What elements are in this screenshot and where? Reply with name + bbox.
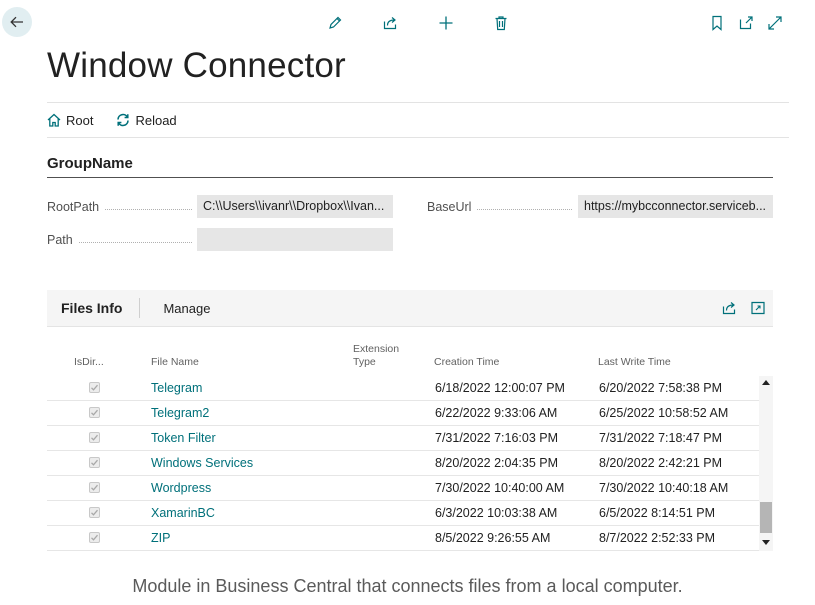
file-name-link[interactable]: ZIP xyxy=(151,531,170,545)
files-share-button[interactable] xyxy=(721,300,737,316)
column-header-creation-time[interactable]: Creation Time xyxy=(434,356,499,369)
home-icon xyxy=(47,113,61,127)
path-label-text: Path xyxy=(47,233,73,247)
table-row[interactable]: XamarinBC 6/3/2022 10:03:38 AM 6/5/2022 8:… xyxy=(47,501,759,526)
scroll-thumb[interactable] xyxy=(760,502,772,533)
checkmark-icon xyxy=(91,434,98,441)
table-row[interactable]: Windows Services 8/20/2022 2:04:35 PM 8/20… xyxy=(47,451,759,476)
scroll-up-arrow-icon[interactable] xyxy=(762,380,770,385)
bookmark-icon xyxy=(712,15,722,31)
group-header[interactable]: GroupName xyxy=(47,155,773,178)
isdir-checkbox[interactable] xyxy=(89,407,100,418)
last-write-time-cell: 6/5/2022 8:14:51 PM xyxy=(599,506,716,520)
creation-time-cell: 8/20/2022 2:04:35 PM xyxy=(435,456,559,470)
creation-time-cell: 6/3/2022 10:03:38 AM xyxy=(435,506,558,520)
isdir-checkbox[interactable] xyxy=(89,507,100,518)
add-icon xyxy=(439,16,453,30)
page-title: Window Connector xyxy=(47,46,346,85)
figure-caption: Module in Business Central that connects… xyxy=(132,576,683,596)
checkmark-icon xyxy=(91,384,98,391)
delete-icon xyxy=(495,16,507,31)
new-button[interactable] xyxy=(437,14,455,32)
isdir-checkbox[interactable] xyxy=(89,532,100,543)
dot-leader xyxy=(105,208,192,210)
creation-time-cell: 7/30/2022 10:40:00 AM xyxy=(435,481,565,495)
last-write-time-cell: 7/30/2022 10:40:18 AM xyxy=(599,481,729,495)
path-label: Path xyxy=(47,233,192,247)
creation-time-cell: 6/22/2022 9:33:06 AM xyxy=(435,406,558,420)
checkmark-icon xyxy=(91,409,98,416)
table-row[interactable]: ZIP 8/5/2022 9:26:55 AM 8/7/2022 2:52:33 P… xyxy=(47,526,759,551)
file-name-link[interactable]: Token Filter xyxy=(151,431,216,445)
last-write-time-cell: 8/20/2022 2:42:21 PM xyxy=(599,456,723,470)
table-row[interactable]: Wordpress 7/30/2022 10:40:00 AM 7/30/2022 … xyxy=(47,476,759,501)
table-row[interactable]: Telegram 6/18/2022 12:00:07 PM 6/20/2022 7… xyxy=(47,376,759,401)
files-info-header: Files Info Manage xyxy=(47,290,773,327)
edit-button[interactable] xyxy=(326,14,344,32)
base-url-label: BaseUrl xyxy=(427,200,572,214)
creation-time-cell: 6/18/2022 12:00:07 PM xyxy=(435,381,565,395)
edit-icon xyxy=(329,16,342,29)
back-arrow-icon xyxy=(10,16,23,28)
share-icon xyxy=(383,17,397,30)
base-url-label-text: BaseUrl xyxy=(427,200,472,214)
open-in-new-window-icon xyxy=(739,16,753,30)
manage-menu[interactable]: Manage xyxy=(140,301,210,316)
root-action-label: Root xyxy=(66,112,94,128)
root-action[interactable]: Root xyxy=(47,113,93,128)
isdir-checkbox[interactable] xyxy=(89,482,100,493)
reload-action[interactable]: Reload xyxy=(116,112,177,128)
share-icon xyxy=(722,302,736,315)
base-url-field[interactable]: https://mybcconnector.serviceb... xyxy=(578,195,773,218)
reload-action-label: Reload xyxy=(135,112,177,128)
column-header-file-name[interactable]: File Name xyxy=(151,356,199,369)
files-info-part: Files Info Manage IsDir... File Name Ext… xyxy=(47,290,773,551)
file-name-link[interactable]: Telegram2 xyxy=(151,406,209,420)
share-button[interactable] xyxy=(381,14,399,32)
expand-part-icon xyxy=(751,301,765,315)
creation-time-cell: 7/31/2022 7:16:03 PM xyxy=(435,431,559,445)
checkmark-icon xyxy=(91,484,98,491)
column-header-isdir[interactable]: IsDir... xyxy=(74,356,104,369)
files-info-title[interactable]: Files Info xyxy=(47,300,139,316)
file-name-link[interactable]: Wordpress xyxy=(151,481,211,495)
column-header-last-write-time[interactable]: Last Write Time xyxy=(598,356,671,369)
dot-leader xyxy=(477,208,572,210)
files-expand-button[interactable] xyxy=(750,300,766,316)
vertical-scrollbar[interactable] xyxy=(759,376,773,551)
open-new-window-button[interactable] xyxy=(737,14,755,32)
delete-button[interactable] xyxy=(492,14,510,32)
dot-leader xyxy=(78,241,192,243)
file-name-link[interactable]: Telegram xyxy=(151,381,202,395)
checkmark-icon xyxy=(91,459,98,466)
path-field[interactable] xyxy=(197,228,393,251)
file-name-link[interactable]: Windows Services xyxy=(151,456,253,470)
bookmark-button[interactable] xyxy=(708,14,726,32)
table-row[interactable]: Token Filter 7/31/2022 7:16:03 PM 7/31/202… xyxy=(47,426,759,451)
root-path-label: RootPath xyxy=(47,200,192,214)
last-write-time-cell: 8/7/2022 2:52:33 PM xyxy=(599,531,716,545)
isdir-checkbox[interactable] xyxy=(89,382,100,393)
root-path-field[interactable]: C:\\Users\\ivanr\\Dropbox\\Ivan... xyxy=(197,195,393,218)
action-bar: Root Reload xyxy=(47,102,789,138)
creation-time-cell: 8/5/2022 9:26:55 AM xyxy=(435,531,551,545)
last-write-time-cell: 6/20/2022 7:58:38 PM xyxy=(599,381,723,395)
table-row[interactable]: Telegram2 6/22/2022 9:33:06 AM 6/25/2022 1… xyxy=(47,401,759,426)
checkmark-icon xyxy=(91,534,98,541)
isdir-checkbox[interactable] xyxy=(89,457,100,468)
file-name-link[interactable]: XamarinBC xyxy=(151,506,215,520)
expand-button[interactable] xyxy=(766,14,784,32)
expand-icon xyxy=(768,16,782,30)
root-path-label-text: RootPath xyxy=(47,200,100,214)
refresh-icon xyxy=(117,113,130,127)
back-button[interactable] xyxy=(2,7,32,37)
checkmark-icon xyxy=(91,509,98,516)
column-header-extension-type[interactable]: Extension Type xyxy=(353,343,413,369)
last-write-time-cell: 6/25/2022 10:58:52 AM xyxy=(599,406,729,420)
last-write-time-cell: 7/31/2022 7:18:47 PM xyxy=(599,431,723,445)
isdir-checkbox[interactable] xyxy=(89,432,100,443)
scroll-down-arrow-icon[interactable] xyxy=(762,540,770,545)
